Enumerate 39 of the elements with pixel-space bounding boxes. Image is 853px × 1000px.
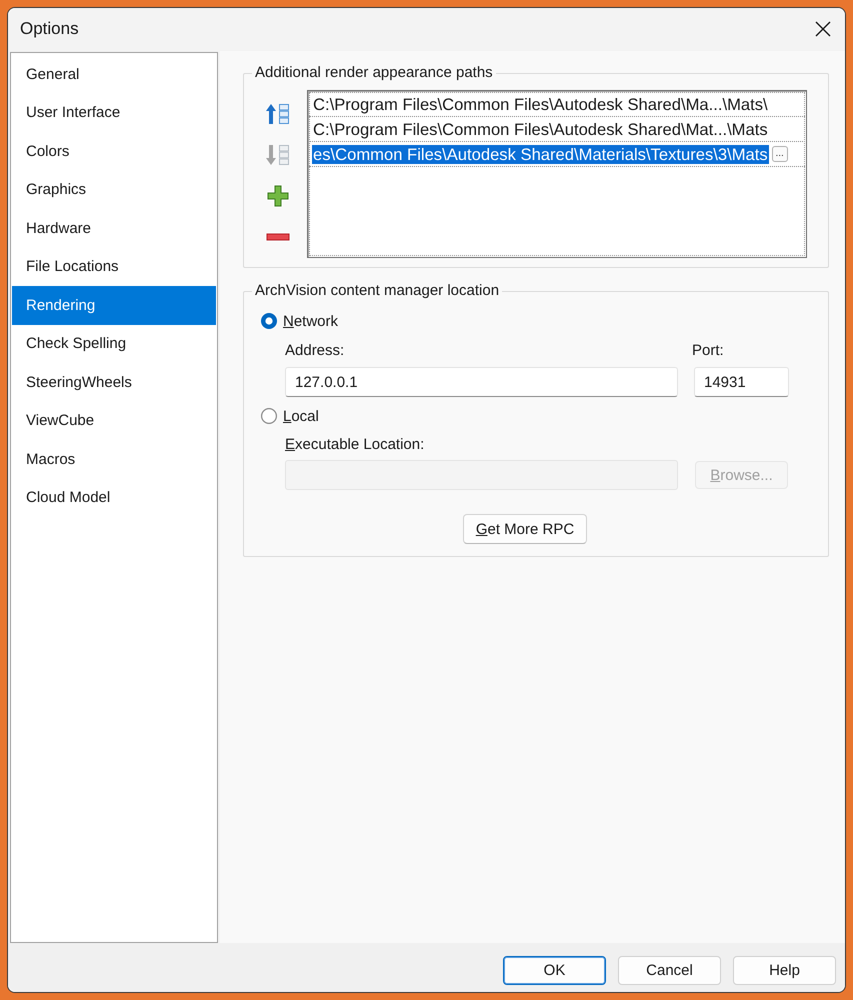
close-icon[interactable] [815, 20, 831, 36]
address-field[interactable]: 127.0.0.1 [285, 367, 678, 397]
sidebar-item[interactable]: Graphics [12, 170, 216, 209]
port-field[interactable]: 14931 [694, 367, 789, 397]
sidebar-item[interactable]: SteeringWheels [12, 363, 216, 402]
sidebar-item[interactable]: Colors [12, 132, 216, 170]
dialog-button[interactable]: Help [733, 956, 836, 985]
list-item[interactable]: C:\Program Files\Common Files\Autodesk Shared\Mat...\Mats [309, 117, 805, 142]
group-title: ArchVision content manager location [254, 281, 500, 301]
ellipsis-button[interactable]: ... [772, 146, 788, 162]
radio-label[interactable]: Local [283, 408, 319, 424]
group-title: Additional render appearance paths [254, 63, 494, 83]
radio-label[interactable]: Network [283, 312, 338, 330]
sidebar-item[interactable]: Hardware [12, 209, 216, 248]
sidebar-item[interactable]: File Locations [12, 248, 216, 286]
sidebar-item[interactable]: Cloud Model [12, 478, 216, 517]
plus-icon[interactable] [267, 185, 289, 207]
sidebar-item[interactable]: Rendering [12, 286, 216, 324]
field-label: Port: [692, 341, 724, 361]
radio-button[interactable] [261, 408, 277, 424]
ok-button[interactable]: OK [503, 956, 606, 985]
dialog-button[interactable]: Cancel [618, 956, 721, 985]
field-label: Executable Location: [285, 435, 424, 455]
radio-button[interactable] [261, 313, 277, 329]
path-text: es\Common Files\Autodesk Shared\Materials\Textures\3\Mats [312, 144, 769, 164]
get-more-button[interactable]: Get More RPC [463, 514, 587, 544]
path-text: C:\Program Files\Common Files\Autodesk Shared\Mat...\Mats [312, 120, 769, 138]
up-arrow-list-icon[interactable] [266, 103, 290, 125]
list-item[interactable]: C:\Program Files\Common Files\Autodesk Shared\Ma...\Mats\ [309, 92, 805, 117]
list-item[interactable]: es\Common Files\Autodesk Shared\Materials\Textures\3\Mats ... [309, 142, 805, 167]
minus-icon[interactable] [266, 233, 290, 241]
window-title: Options [20, 18, 79, 38]
sidebar-item[interactable]: ViewCube [12, 402, 216, 440]
sidebar-item[interactable]: Check Spelling [12, 324, 216, 363]
sidebar-item[interactable]: Macros [12, 440, 216, 478]
sidebar-item[interactable]: User Interface [12, 94, 216, 132]
path-text: C:\Program Files\Common Files\Autodesk Shared\Ma...\Mats\ [312, 94, 769, 114]
sidebar-item[interactable]: General [12, 55, 216, 94]
field-label: Address: [285, 341, 344, 361]
